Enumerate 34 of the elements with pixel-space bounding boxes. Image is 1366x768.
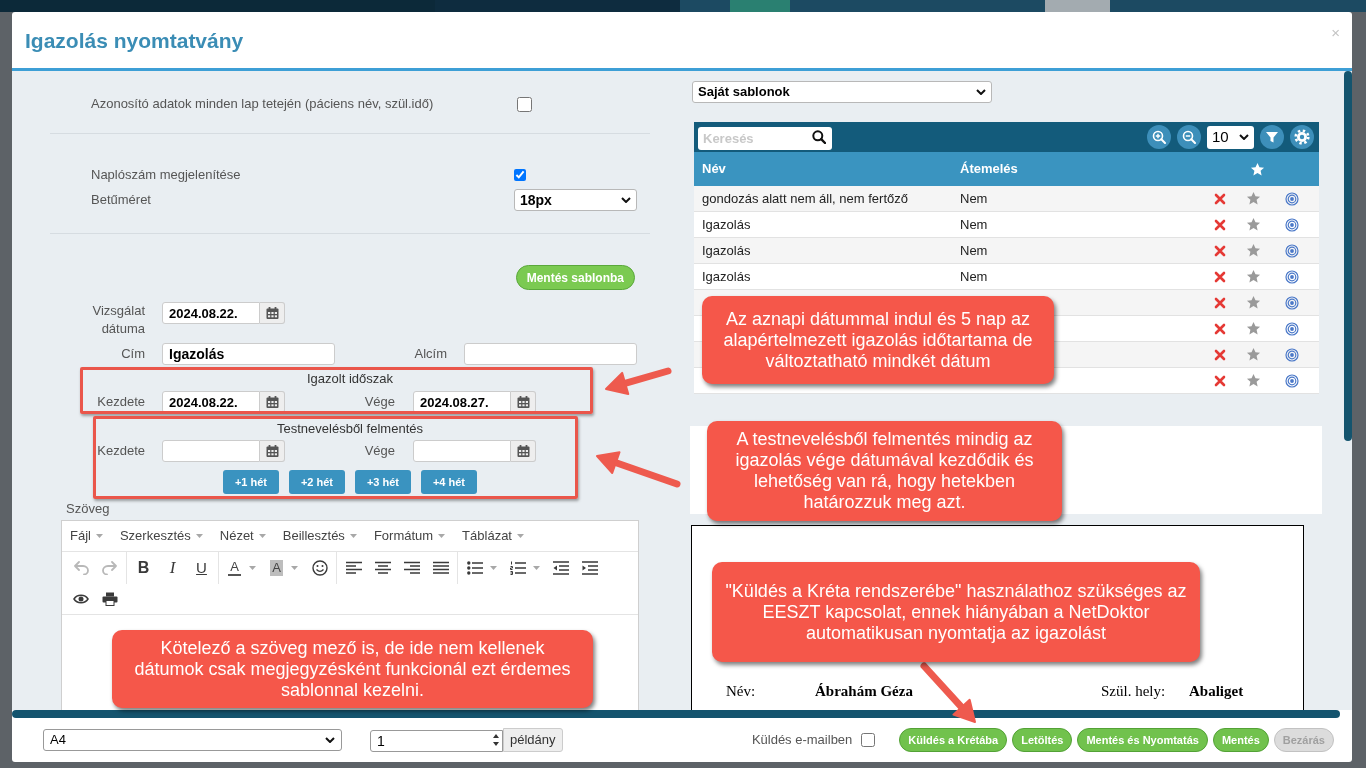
- setting-label: Betűméret: [91, 191, 151, 210]
- setting-label: Azonosító adatok minden lap tetején (páciens név, szül.idő): [91, 95, 434, 114]
- field-label: Név:: [726, 681, 756, 701]
- table-cell-text: Nem: [960, 215, 988, 234]
- table-cell-text: Igazolás: [702, 267, 751, 286]
- table-cell-text: Nem: [960, 241, 988, 260]
- table-cell-text: Igazolás: [702, 241, 751, 260]
- field-value: Abaliget: [1189, 681, 1244, 701]
- section-heading: Igazolt időszak: [307, 370, 393, 389]
- field-label: Vége: [364, 442, 395, 461]
- annotation-tooltip: Az aznapi dátummal indul és 5 nap az alapértelmezett igazolás időtartama de változtatható mindkét dátum: [702, 296, 1054, 384]
- field-value: Ábrahám Géza: [815, 681, 913, 701]
- setting-label: Naplószám megjelenítése: [91, 166, 241, 185]
- annotation-tooltip: A testnevelésből felmentés mindig az igazolás vége dátumával kezdődik és lehetőség van rá, hogy hetekben határozzuk meg azt.: [707, 421, 1062, 521]
- field-label: Szül. hely:: [1101, 681, 1166, 701]
- column-header: Átemelés: [960, 160, 1018, 179]
- email-label: Küldés e-mailben: [751, 731, 853, 750]
- table-cell-text: Nem: [960, 267, 988, 286]
- table-cell-text: Igazolás: [702, 215, 751, 234]
- field-label: Kezdete: [97, 393, 145, 412]
- dialog-title: Igazolás nyomtatvány: [25, 29, 244, 51]
- field-label: Cím: [121, 345, 145, 364]
- field-label: Szöveg: [66, 501, 110, 517]
- column-header: Név: [702, 160, 726, 179]
- field-label: Vizsgálat dátuma: [91, 302, 145, 338]
- field-label: Alcím: [414, 345, 447, 364]
- copies-unit-addon: példány: [503, 728, 563, 752]
- field-label: Kezdete: [97, 442, 145, 461]
- annotation-tooltip: Kötelező a szöveg mező is, de ide nem kellenek dátumok csak megjegyzésként funkcionál ezt érdemes sablonnal kezelni.: [112, 630, 593, 708]
- section-heading: Testnevelésből felmentés: [277, 420, 423, 439]
- annotation-tooltip: "Küldés a Kréta rendszerébe" használathoz szükséges az EESZT kapcsolat, ennek hiányában a NetDoktor automatikusan nyomtatja az igazolást: [712, 562, 1200, 662]
- table-cell-text: gondozás alatt nem áll, nem fertőző: [702, 189, 908, 208]
- field-label: Vége: [364, 393, 395, 412]
- table-cell-text: Nem: [960, 189, 988, 208]
